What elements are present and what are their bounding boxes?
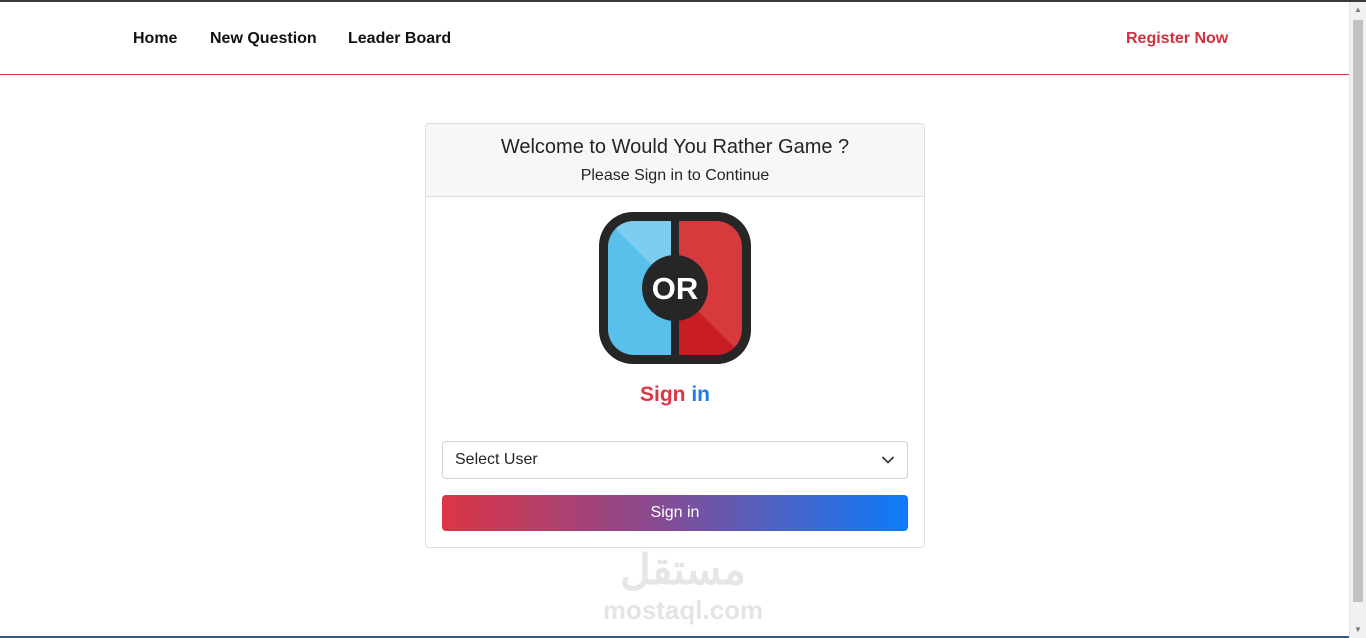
scrollbar-thumb[interactable] xyxy=(1353,20,1363,602)
nav-leader-board-link[interactable]: Leader Board xyxy=(348,30,451,48)
scroll-up-arrow-icon[interactable]: ▲ xyxy=(1350,2,1366,18)
mostaql-watermark: مستقل mostaql.com xyxy=(598,545,768,630)
vertical-scrollbar[interactable]: ▲ ▼ xyxy=(1349,2,1366,638)
top-navbar: Home New Question Leader Board Register … xyxy=(0,2,1349,75)
nav-new-question-link[interactable]: New Question xyxy=(210,30,317,48)
nav-home-link[interactable]: Home xyxy=(133,30,177,48)
signin-heading-in: in xyxy=(691,383,710,406)
register-now-link[interactable]: Register Now xyxy=(1126,30,1228,48)
user-select[interactable]: Select User xyxy=(442,441,908,479)
card-header: Welcome to Would You Rather Game ? Pleas… xyxy=(426,124,924,197)
signin-heading: Sign in xyxy=(426,382,924,408)
signin-card: Welcome to Would You Rather Game ? Pleas… xyxy=(425,123,925,548)
user-select-value: Select User xyxy=(455,451,538,468)
logo-text: OR xyxy=(652,271,699,306)
page-subtitle: Please Sign in to Continue xyxy=(580,167,770,184)
signin-button[interactable]: Sign in xyxy=(442,495,908,531)
or-logo-icon: OR xyxy=(599,212,751,364)
watermark-arabic: مستقل xyxy=(620,546,746,593)
chevron-down-icon xyxy=(881,453,895,467)
signin-heading-sign: Sign xyxy=(639,383,686,406)
page-title: Welcome to Would You Rather Game ? xyxy=(500,136,850,158)
scroll-down-arrow-icon[interactable]: ▼ xyxy=(1350,622,1366,638)
watermark-latin: mostaql.com xyxy=(602,595,764,625)
